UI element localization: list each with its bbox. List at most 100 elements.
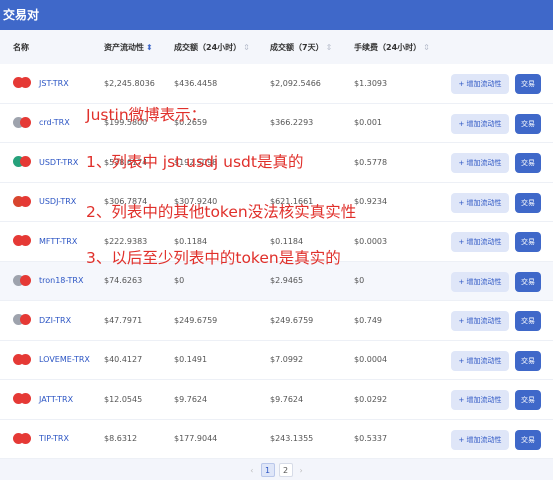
next-page-icon[interactable]: ›: [300, 466, 303, 475]
trx-icon: [20, 393, 31, 405]
liquidity-value: $8.6312: [104, 434, 138, 444]
trade-button[interactable]: 交易: [515, 74, 541, 94]
pair-name[interactable]: tron18-TRX: [39, 276, 83, 285]
liquidity-value: $74.6263: [104, 276, 143, 286]
volume-7d-value: $0.1184: [270, 236, 304, 246]
trade-button[interactable]: 交易: [515, 390, 541, 410]
pair-icons: [13, 235, 35, 247]
fee-24h-value: $0.9234: [354, 197, 388, 207]
trx-icon: [20, 353, 31, 365]
table-body: JST-TRX $2,245.8036 $436.4458 $2,092.546…: [0, 64, 553, 459]
trx-icon: [20, 77, 31, 89]
pair-cell: USDT-TRX: [13, 143, 78, 182]
column-header-volume-24h[interactable]: 成交额（24小时） ⇕: [174, 42, 250, 53]
pair-icons: [13, 353, 35, 366]
pair-icons: [13, 195, 35, 208]
page-button-1[interactable]: 1: [260, 463, 275, 477]
trade-button[interactable]: 交易: [515, 350, 541, 371]
volume-7d-value: $243.1355: [270, 434, 314, 444]
fee-24h-value: $0.5778: [354, 157, 388, 167]
pair-name[interactable]: DZI-TRX: [39, 316, 71, 325]
add-liquidity-button[interactable]: + 增加流动性: [451, 153, 509, 173]
add-liquidity-button[interactable]: + 增加流动性: [451, 390, 509, 410]
pair-cell: JST-TRX: [13, 64, 69, 103]
volume-24h-value: $177.9044: [174, 434, 218, 444]
pair-cell: JATT-TRX: [13, 380, 73, 419]
trade-button[interactable]: 交易: [515, 271, 541, 292]
prev-page-icon[interactable]: ‹: [250, 466, 253, 475]
liquidity-value: $222.9383: [104, 236, 148, 246]
trade-button[interactable]: 交易: [515, 232, 541, 252]
pair-cell: LOVEME-TRX: [13, 341, 90, 380]
table-row: crd-TRX $199.5800 $0.2659 $366.2293 $0.0…: [0, 103, 553, 143]
table-header: 名称 资产流动性 ⬍ 成交额（24小时） ⇕ 成交额（7天） ⇕ 手续费（24小时） ⇕: [0, 30, 553, 64]
liquidity-value: $306.7874: [104, 197, 148, 207]
pair-icons: [13, 393, 35, 405]
add-liquidity-button[interactable]: + 增加流动性: [451, 429, 509, 450]
volume-7d-value: $2,092.5466: [270, 78, 321, 88]
table-row: MFTT-TRX $222.9383 $0.1184 $0.1184 $0.00…: [0, 222, 553, 262]
trade-button[interactable]: 交易: [515, 113, 541, 134]
top-bar: 交易对: [0, 0, 553, 30]
fee-24h-value: $0.0292: [354, 394, 388, 404]
add-liquidity-button[interactable]: + 增加流动性: [451, 232, 509, 252]
pair-name[interactable]: USDT-TRX: [39, 158, 78, 167]
volume-24h-value: $0.2659: [174, 118, 208, 128]
fee-24h-value: $0: [354, 276, 365, 286]
pair-cell: USDJ-TRX: [13, 183, 76, 222]
sort-icon[interactable]: ⇕: [243, 43, 250, 52]
volume-7d-value: $2.9465: [270, 276, 304, 286]
liquidity-value: $47.7971: [104, 315, 143, 325]
add-liquidity-button[interactable]: + 增加流动性: [451, 271, 509, 292]
pair-name[interactable]: crd-TRX: [39, 118, 70, 127]
table-row: tron18-TRX $74.6263 $0 $2.9465 $0 + 增加流动…: [0, 261, 553, 301]
pair-name[interactable]: USDJ-TRX: [39, 197, 76, 206]
trade-button[interactable]: 交易: [515, 192, 541, 213]
pair-icons: [13, 432, 35, 445]
pair-icons: [13, 77, 35, 89]
trading-pairs-panel: 名称 资产流动性 ⬍ 成交额（24小时） ⇕ 成交额（7天） ⇕ 手续费（24小时） ⇕…: [0, 30, 553, 480]
table-row: USDT-TRX $538.6174 $192.5098 $0.5778 + 增…: [0, 143, 553, 183]
sort-icon[interactable]: ⇕: [326, 43, 333, 52]
pair-icons: [13, 116, 35, 129]
pair-name[interactable]: TIP-TRX: [39, 434, 69, 443]
trx-icon: [20, 274, 31, 286]
page-button-2[interactable]: 2: [278, 463, 293, 477]
sort-icon[interactable]: ⇕: [423, 43, 430, 52]
pair-name[interactable]: LOVEME-TRX: [39, 355, 90, 364]
liquidity-value: $40.4127: [104, 355, 143, 365]
pair-name[interactable]: JATT-TRX: [39, 395, 73, 404]
pair-icons: [13, 156, 35, 168]
liquidity-value: $2,245.8036: [104, 78, 155, 88]
pair-cell: crd-TRX: [13, 104, 70, 143]
table-row: LOVEME-TRX $40.4127 $0.1491 $7.0992 $0.0…: [0, 340, 553, 380]
fee-24h-value: $1.3093: [354, 78, 388, 88]
add-liquidity-button[interactable]: + 增加流动性: [451, 74, 509, 94]
pair-name[interactable]: JST-TRX: [39, 79, 69, 88]
trx-icon: [20, 156, 31, 168]
pair-cell: DZI-TRX: [13, 301, 71, 340]
table-row: TIP-TRX $8.6312 $177.9044 $243.1355 $0.5…: [0, 419, 553, 459]
trade-button[interactable]: 交易: [515, 153, 541, 173]
column-header-volume-7d[interactable]: 成交额（7天） ⇕: [270, 42, 332, 53]
liquidity-value: $538.6174: [104, 157, 148, 167]
trade-button[interactable]: 交易: [515, 311, 541, 331]
volume-24h-value: $0.1491: [174, 355, 208, 365]
page-title: 交易对: [3, 8, 40, 22]
add-liquidity-button[interactable]: + 增加流动性: [451, 113, 509, 134]
sort-icon[interactable]: ⬍: [146, 43, 153, 52]
add-liquidity-button[interactable]: + 增加流动性: [451, 192, 509, 213]
pair-cell: MFTT-TRX: [13, 222, 77, 261]
add-liquidity-button[interactable]: + 增加流动性: [451, 350, 509, 371]
pair-icons: [13, 314, 35, 326]
pairs-table: 名称 资产流动性 ⬍ 成交额（24小时） ⇕ 成交额（7天） ⇕ 手续费（24小时） ⇕…: [0, 30, 553, 459]
volume-24h-value: $249.6759: [174, 315, 218, 325]
volume-24h-value: $9.7624: [174, 394, 208, 404]
add-liquidity-button[interactable]: + 增加流动性: [451, 311, 509, 331]
pair-name[interactable]: MFTT-TRX: [39, 237, 77, 246]
volume-24h-value: $436.4458: [174, 78, 218, 88]
column-header-liquidity[interactable]: 资产流动性 ⬍: [104, 42, 153, 53]
column-header-fee-24h[interactable]: 手续费（24小时） ⇕: [354, 42, 430, 53]
volume-24h-value: $307.9240: [174, 197, 218, 207]
trade-button[interactable]: 交易: [515, 429, 541, 450]
